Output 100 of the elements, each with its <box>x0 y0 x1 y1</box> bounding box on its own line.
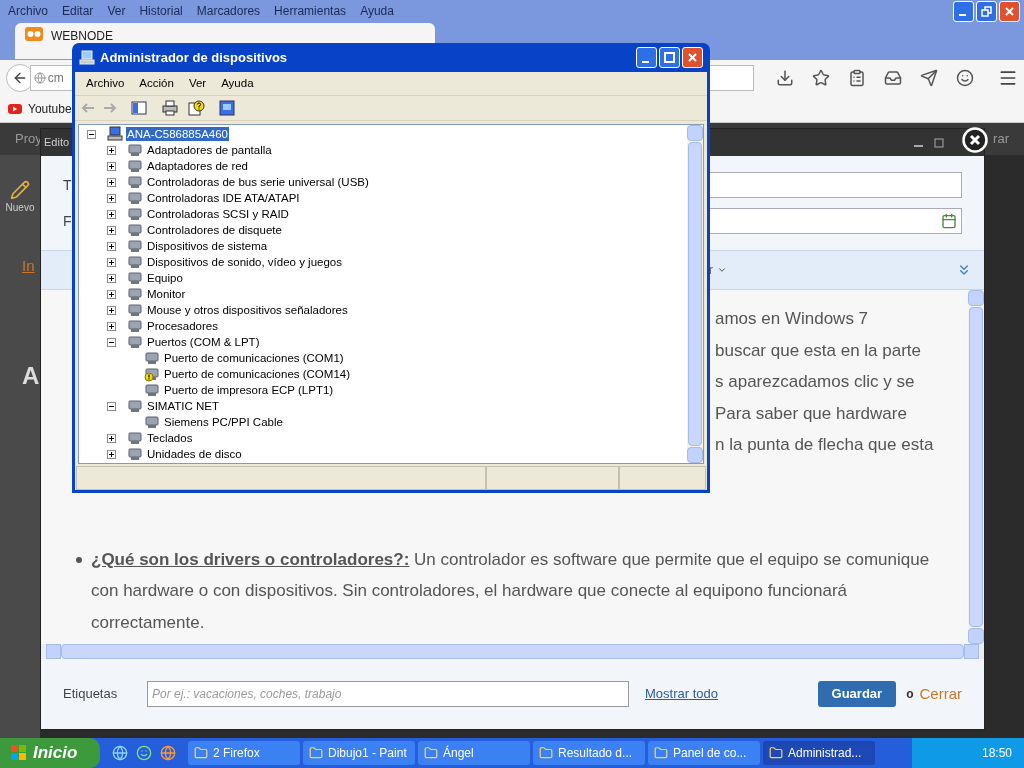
expand-icon[interactable] <box>107 193 116 203</box>
expand-icon[interactable] <box>107 145 116 155</box>
minimize-button[interactable] <box>636 47 657 68</box>
expand-icon[interactable] <box>107 321 116 331</box>
vertical-scrollbar[interactable] <box>687 125 703 463</box>
tree-item[interactable]: Controladoras IDE ATA/ATAPI <box>146 191 301 205</box>
monitor-icon[interactable] <box>219 100 235 116</box>
play-icon <box>8 103 22 114</box>
expand-icon[interactable] <box>107 241 116 251</box>
panel-icon[interactable] <box>131 101 147 115</box>
tree-item[interactable]: Dispositivos de sistema <box>146 239 269 253</box>
menu-item[interactable]: Ver <box>181 74 214 93</box>
tree-item[interactable]: Controladoras SCSI y RAID <box>146 207 290 221</box>
download-icon[interactable] <box>776 68 794 87</box>
maximize-button[interactable] <box>659 47 680 68</box>
horizontal-scrollbar[interactable] <box>46 644 979 659</box>
bullet-paragraph: ¿Qué son los drivers o controladores?: Un controlador es software que permite que el equipo se comunique con hardware o con dispositivos. Sin controladores, el hardware que conecte al equipono funcionará correctamente. <box>91 548 931 634</box>
device-icon <box>127 238 143 254</box>
expand-icon[interactable] <box>107 225 116 235</box>
minimize-icon <box>958 14 966 16</box>
tree-item[interactable]: Adaptadores de red <box>146 159 250 173</box>
expand-icon[interactable] <box>107 289 116 299</box>
or-text: o <box>906 686 914 703</box>
menu-item[interactable]: Editar <box>58 2 98 20</box>
send-icon[interactable] <box>920 68 938 87</box>
device-icon <box>127 430 143 446</box>
clipboard-icon[interactable] <box>848 68 866 87</box>
expand-icon[interactable] <box>107 433 116 443</box>
close-button[interactable] <box>999 0 1020 22</box>
tree-item[interactable]: Siemens PC/PPI Cable <box>163 415 284 429</box>
maximize-icon[interactable] <box>934 137 944 148</box>
close-button[interactable] <box>682 47 703 68</box>
calendar-icon[interactable] <box>941 213 957 229</box>
tree-item[interactable]: Adaptadores de pantalla <box>146 143 273 157</box>
menu-item[interactable]: Ayuda <box>214 74 261 93</box>
restore-button[interactable] <box>976 0 997 22</box>
taskbar-button[interactable]: Dibujo1 - Paint <box>303 741 415 765</box>
restore-icon <box>981 5 992 17</box>
taskbar-button[interactable]: Panel de co... <box>648 741 760 765</box>
expand-icon[interactable] <box>107 209 116 219</box>
browser-icon[interactable] <box>112 745 128 761</box>
new-button[interactable]: Nuevo <box>0 180 40 215</box>
help-icon[interactable] <box>187 100 205 116</box>
tree-item[interactable]: Monitor <box>146 287 187 301</box>
tree-item[interactable]: Teclados <box>146 431 194 445</box>
close-icon[interactable] <box>962 127 988 153</box>
tree-item[interactable]: Mouse y otros dispositivos señaladores <box>146 303 349 317</box>
expand-icon[interactable] <box>107 257 116 267</box>
article-line: n la punta de flecha que esta <box>715 434 934 456</box>
close-icon <box>687 52 698 63</box>
article-line: buscar que esta en la parte <box>715 339 922 362</box>
tree-item[interactable]: Puertos (COM & LPT) <box>146 335 261 349</box>
vertical-scrollbar[interactable] <box>968 290 984 644</box>
show-all-link[interactable]: Mostrar todo <box>645 684 718 704</box>
collapse-icon[interactable] <box>107 337 116 347</box>
save-button[interactable]: Guardar <box>817 681 897 707</box>
menu-item[interactable]: Ver <box>103 2 130 20</box>
taskbar-button[interactable]: Ángel <box>418 741 530 765</box>
expand-icon[interactable] <box>107 273 116 283</box>
menu-item[interactable]: Marcadores <box>192 2 265 20</box>
expand-icon[interactable] <box>107 305 116 315</box>
tree-item[interactable]: Procesadores <box>146 319 219 333</box>
tree-root[interactable]: ANA-C586885A460 <box>126 127 229 141</box>
close-icon <box>1004 5 1015 17</box>
menu-item[interactable]: Archivo <box>4 2 52 20</box>
tree-item[interactable]: Equipo <box>146 271 184 285</box>
collapse-icon[interactable] <box>87 129 96 139</box>
expand-icon[interactable] <box>107 177 116 187</box>
tray-icon[interactable] <box>884 68 902 87</box>
term-link[interactable]: ¿Qué son los drivers o controladores?: <box>91 549 410 569</box>
smiley-icon[interactable] <box>956 68 974 87</box>
collapse-icon[interactable] <box>107 401 116 411</box>
menu-item[interactable]: Acción <box>132 74 181 93</box>
tree-item[interactable]: Dispositivos de sonido, vídeo y juegos <box>146 255 343 269</box>
expand-icon[interactable] <box>107 161 116 171</box>
toolbar-label[interactable]: rar <box>993 129 1009 149</box>
tree-item[interactable]: Puerto de comunicaciones (COM14) <box>163 367 351 381</box>
menu-item[interactable]: Ayuda <box>356 2 398 20</box>
start-button[interactable]: Inicio <box>0 738 100 768</box>
minimize-button[interactable] <box>953 0 974 22</box>
menu-item[interactable]: Herramientas <box>270 2 351 20</box>
taskbar-button[interactable]: 2 Firefox <box>188 741 300 765</box>
tree-item[interactable]: Unidades de disco <box>146 447 243 461</box>
menu-item[interactable]: Archivo <box>79 74 132 93</box>
expand-icon[interactable] <box>107 449 116 459</box>
caret-icon[interactable] <box>717 265 727 275</box>
globe-icon <box>33 71 46 84</box>
star-icon[interactable] <box>812 68 830 87</box>
owl-icon <box>25 27 43 41</box>
taskbar-button[interactable]: Resultado d... <box>533 741 645 765</box>
taskbar-button[interactable]: Administrad... <box>763 741 875 765</box>
tree-item[interactable]: Puerto de comunicaciones (COM1) <box>163 351 345 365</box>
tree-item[interactable]: Puerto de impresora ECP (LPT1) <box>163 383 335 397</box>
tree-item[interactable]: SIMATIC NET <box>146 399 220 413</box>
menu-item[interactable]: Historial <box>135 2 187 20</box>
tree-item[interactable]: Controladoras de bus serie universal (USB) <box>146 175 370 189</box>
bookmark[interactable]: Youtube <box>8 99 72 118</box>
tags-field[interactable]: Por ej.: vacaciones, coches, trabajo <box>147 681 629 707</box>
printer-icon[interactable] <box>161 100 179 116</box>
tree-item[interactable]: Controladores de disquete <box>146 223 283 237</box>
